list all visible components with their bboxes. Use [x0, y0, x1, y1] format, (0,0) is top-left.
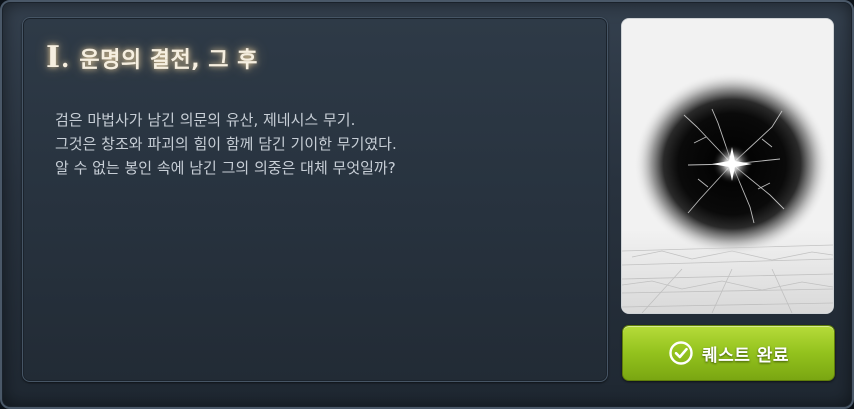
description-line: 알 수 없는 봉인 속에 남긴 그의 의중은 대체 무엇일까? — [55, 159, 396, 177]
check-circle-icon — [668, 340, 694, 366]
chapter-title: 운명의 결전, 그 후 — [79, 48, 258, 73]
description-line: 그것은 창조와 파괴의 힘이 함께 담긴 기이한 무기였다. — [55, 135, 397, 153]
chapter-separator: . — [61, 44, 70, 73]
quest-complete-label: 퀘스트 완료 — [701, 345, 790, 366]
dark-orb-icon — [622, 19, 833, 313]
quest-description: 검은 마법사가 남긴 의문의 유산, 제네시스 무기. 그것은 창조와 파괴의 … — [55, 108, 397, 180]
chapter-numeral: I — [46, 40, 62, 75]
quest-window: I . 운명의 결전, 그 후 검은 마법사가 남긴 의문의 유산, 제네시스 … — [0, 0, 854, 409]
quest-complete-button[interactable]: 퀘스트 완료 — [622, 325, 835, 381]
description-line: 검은 마법사가 남긴 의문의 유산, 제네시스 무기. — [55, 111, 356, 129]
quest-illustration-card — [621, 18, 834, 314]
quest-title: I . 운명의 결전, 그 후 — [46, 40, 258, 75]
